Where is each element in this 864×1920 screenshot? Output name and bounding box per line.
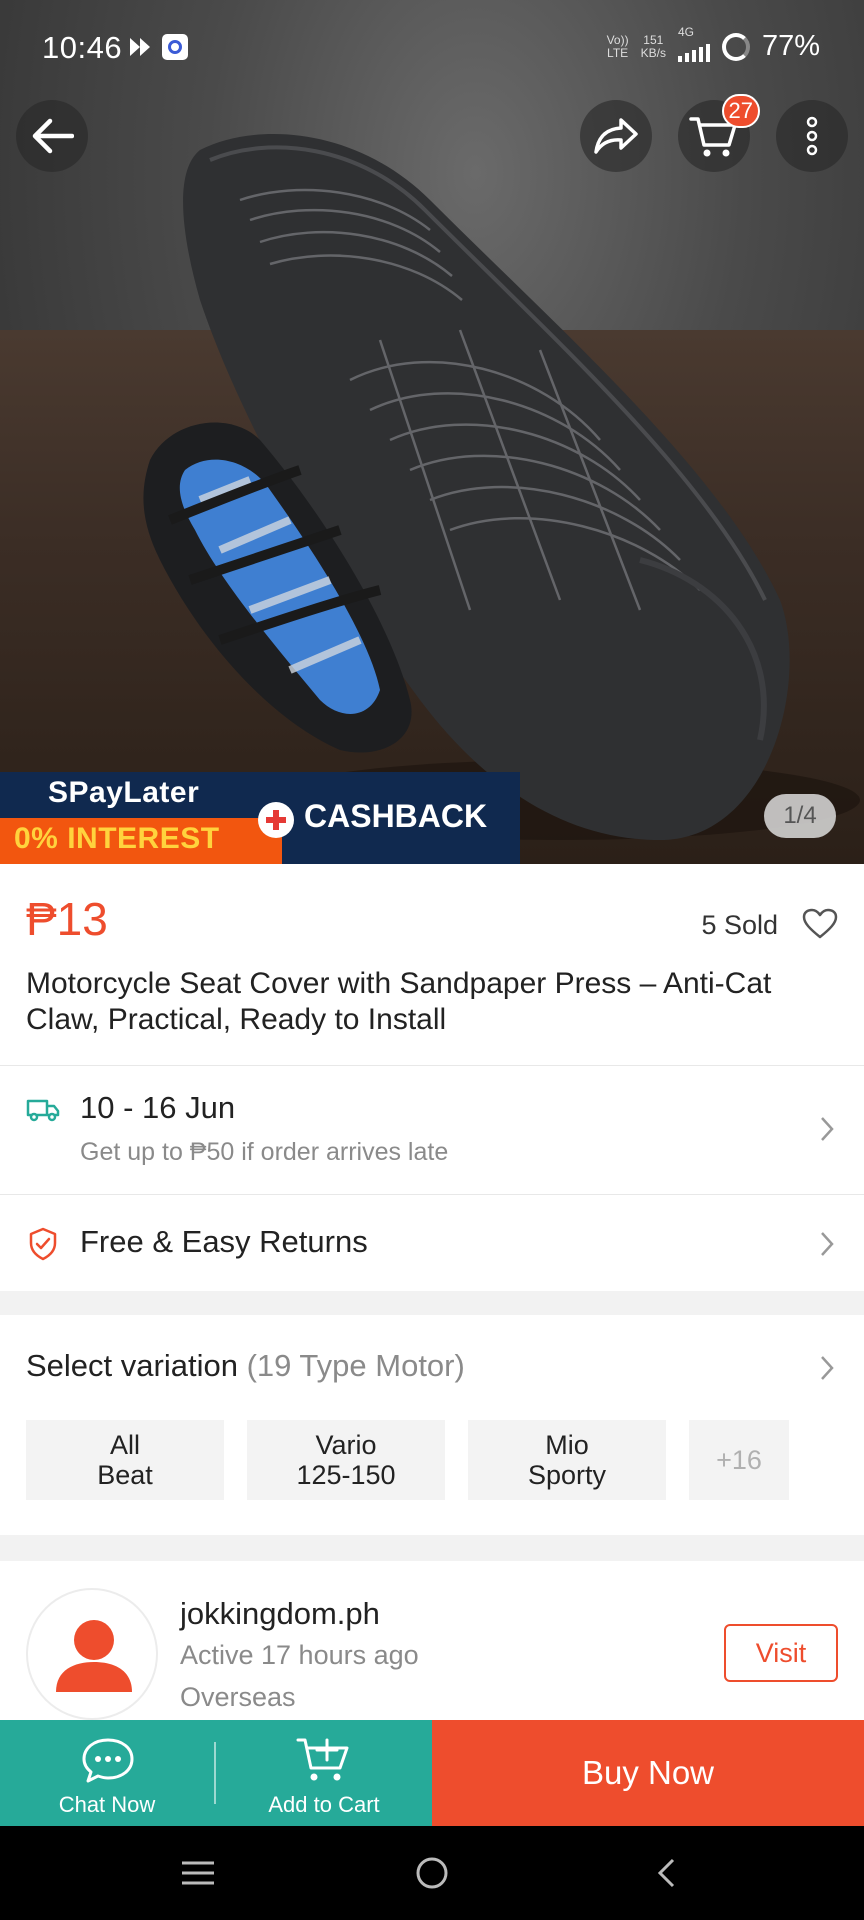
share-button[interactable] [580, 100, 652, 172]
media-icon [130, 38, 150, 56]
chat-now-button[interactable]: Chat Now [0, 1720, 214, 1826]
chevron-right-icon [821, 1232, 834, 1256]
heart-icon[interactable] [802, 908, 838, 940]
network-speed: 151 KB/s [640, 32, 666, 60]
system-navigation-bar [0, 1826, 864, 1920]
cashback-label: CASHBACK [304, 798, 488, 834]
image-pager-indicator: 1/4 [764, 794, 836, 838]
more-vertical-icon [806, 116, 818, 156]
delivery-truck-icon [26, 1099, 60, 1122]
more-options-button[interactable] [776, 100, 848, 172]
product-price: ₱13 [26, 893, 108, 945]
status-notification-icons [128, 34, 188, 60]
back-arrow-icon [32, 118, 74, 154]
shop-active-status: Active 17 hours ago [180, 1640, 419, 1670]
buy-now-button[interactable]: Buy Now [432, 1720, 864, 1826]
plus-icon [258, 802, 294, 838]
recent-apps-button[interactable] [138, 1826, 258, 1920]
back-nav-button[interactable] [606, 1826, 726, 1920]
signal-strength-icon: 4G [677, 25, 710, 62]
price-row: ₱13 5 Sold [0, 864, 864, 964]
add-cart-icon [296, 1738, 349, 1781]
spaylater-promo-banner: SPayLater 0% INTEREST CASHBACK [0, 772, 520, 864]
add-to-cart-button[interactable]: Add to Cart [216, 1720, 432, 1826]
variation-count: (19 Type Motor) [246, 1348, 465, 1383]
variation-option[interactable]: Mio Sporty [468, 1420, 666, 1500]
shop-avatar[interactable] [26, 1588, 158, 1720]
variation-label: Select variation [26, 1348, 238, 1383]
app-notification-icon [162, 34, 188, 60]
chevron-right-icon [821, 1356, 834, 1380]
home-circle-icon [416, 1857, 448, 1889]
clock: 10:46 [42, 30, 123, 65]
late-delivery-guarantee: Get up to ₱50 if order arrives late [80, 1138, 449, 1166]
sold-count: 5 Sold [701, 910, 778, 940]
more-variations-chip[interactable]: +16 [689, 1420, 789, 1500]
free-returns-label: Free & Easy Returns [80, 1224, 368, 1259]
share-icon [594, 118, 638, 154]
battery-level: 77% [761, 30, 820, 62]
product-image-gallery[interactable]: 10:46 Vo)) LTE 151 KB/s 4G 77% 27 SPayLa… [0, 0, 864, 864]
variation-option[interactable]: Vario 125-150 [247, 1420, 445, 1500]
volte-indicator: Vo)) LTE [606, 32, 629, 60]
menu-icon [182, 1861, 214, 1885]
shop-name[interactable]: jokkingdom.ph [180, 1596, 380, 1632]
product-title: Motorcycle Seat Cover with Sandpaper Pre… [26, 967, 772, 1036]
user-icon [56, 1620, 132, 1692]
status-right-icons: Vo)) LTE 151 KB/s 4G 77% [606, 25, 820, 63]
battery-icon [721, 32, 750, 61]
home-button[interactable] [372, 1826, 492, 1920]
variation-option[interactable]: All Beat [26, 1420, 224, 1500]
back-button[interactable] [16, 100, 88, 172]
shield-check-icon [29, 1227, 57, 1261]
status-bar: 10:46 Vo)) LTE 151 KB/s 4G 77% [0, 0, 864, 100]
shipping-row[interactable] [0, 1066, 864, 1194]
section-gap [0, 1291, 864, 1315]
visit-shop-button[interactable]: Visit [724, 1624, 838, 1682]
bottom-action-bar: Chat Now Add to Cart Buy Now [0, 1720, 864, 1826]
shop-location: Overseas [180, 1682, 296, 1712]
chevron-right-icon [821, 1117, 834, 1141]
chevron-left-icon [657, 1858, 675, 1888]
variation-heading: Select variation (19 Type Motor) [26, 1348, 465, 1384]
cart-count-badge: 27 [721, 94, 760, 128]
shipping-dates: 10 - 16 Jun [80, 1090, 236, 1125]
section-gap [0, 1535, 864, 1561]
zero-interest-label: 0% INTEREST [14, 822, 220, 855]
cart-button[interactable]: 27 [678, 94, 760, 172]
spaylater-label: SPayLater [48, 776, 200, 809]
chat-icon [82, 1738, 134, 1783]
